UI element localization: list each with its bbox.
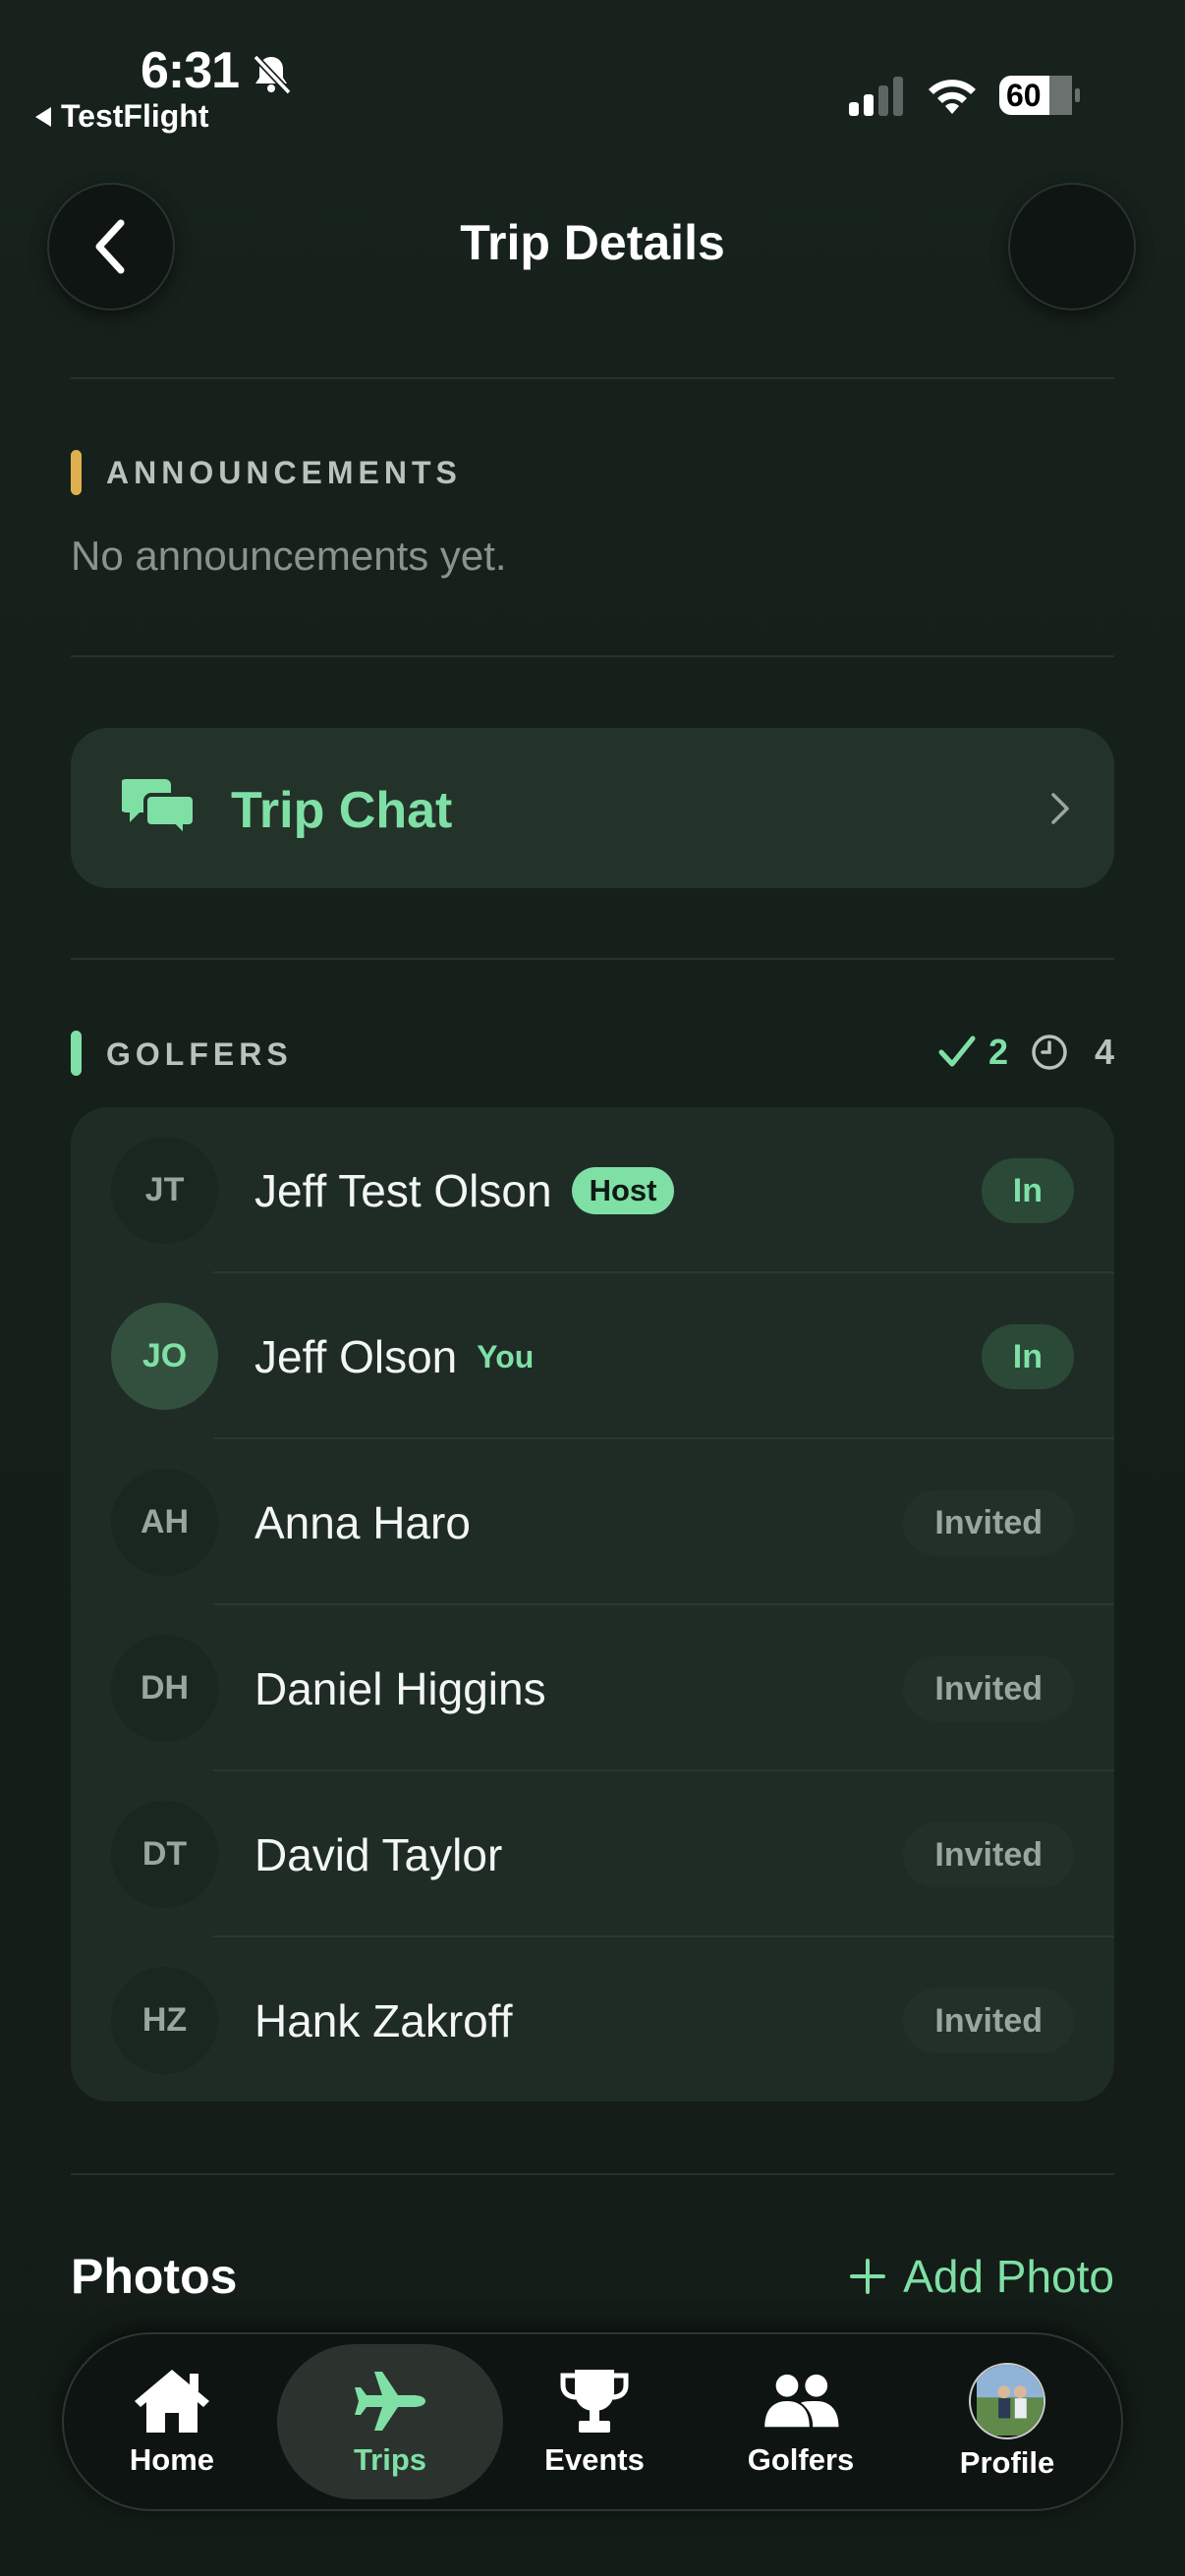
checkmark-icon (938, 1036, 976, 1067)
divider (71, 377, 1114, 379)
trip-chat-label: Trip Chat (231, 782, 453, 839)
tab-bar: Home Trips Events Golfers Profile (62, 2332, 1123, 2511)
golfer-name: Jeff Olson (254, 1331, 458, 1382)
golfer-name: Daniel Higgins (254, 1663, 546, 1714)
status-time: 6:31 (141, 42, 240, 99)
tab-label: Trips (353, 2442, 427, 2477)
people-icon (764, 2374, 839, 2428)
plus-icon (850, 2259, 886, 2294)
header-action-button[interactable] (1008, 183, 1136, 310)
add-photo-button[interactable]: Add Photo (848, 2250, 1114, 2303)
golfer-name: Jeff Test Olson (254, 1165, 552, 1216)
tab-golfers[interactable]: Golfers (703, 2344, 899, 2499)
announcements-empty-text: No announcements yet. (71, 532, 507, 579)
status-badge: Invited (903, 1988, 1074, 2053)
golfer-row[interactable]: HZ Hank Zakroff Invited (71, 1937, 1114, 2103)
bell-slash-icon (253, 54, 292, 95)
you-tag: You (477, 1338, 535, 1374)
photos-title: Photos (71, 2249, 238, 2304)
golfer-name: David Taylor (254, 1829, 503, 1880)
golfer-row[interactable]: JT Jeff Test Olson Host In (71, 1107, 1114, 1273)
golfer-counts: 2 4 (937, 1032, 1114, 1073)
tab-label: Golfers (747, 2442, 855, 2477)
golfer-name-group: Jeff Olson You (254, 1330, 534, 1383)
back-to-app-link[interactable]: TestFlight (35, 98, 209, 135)
golfer-name: Anna Haro (254, 1497, 471, 1548)
cellular-signal-icon (849, 77, 903, 116)
golfer-row[interactable]: DT David Taylor Invited (71, 1771, 1114, 1937)
avatar: DT (111, 1801, 218, 1908)
status-badge: In (981, 1158, 1074, 1223)
house-icon (135, 2370, 209, 2433)
golfer-name-group: Anna Haro (254, 1496, 471, 1549)
golfers-accent-bar (71, 1031, 82, 1076)
golfer-name-group: David Taylor (254, 1828, 502, 1881)
trophy-icon (560, 2370, 629, 2433)
status-badge: In (981, 1324, 1074, 1389)
status-badge: Invited (903, 1656, 1074, 1721)
back-app-label: TestFlight (61, 98, 209, 134)
trip-chat-button[interactable]: Trip Chat (71, 728, 1114, 888)
pending-count: 4 (1094, 1032, 1114, 1072)
tab-trips[interactable]: Trips (277, 2344, 503, 2499)
tab-label: Home (129, 2442, 215, 2477)
avatar: AH (111, 1469, 218, 1576)
golfer-name-group: Daniel Higgins (254, 1662, 546, 1715)
wifi-icon (929, 80, 976, 114)
golfer-name-group: Hank Zakroff (254, 1994, 512, 2047)
avatar: DH (111, 1635, 218, 1742)
tab-label: Events (544, 2442, 645, 2477)
host-badge: Host (571, 1167, 675, 1214)
divider (71, 958, 1114, 960)
golfer-name: Hank Zakroff (254, 1995, 513, 2046)
announcements-accent-bar (71, 450, 82, 495)
status-badge: Invited (903, 1822, 1074, 1887)
divider (71, 2173, 1114, 2175)
golfer-list: JT Jeff Test Olson Host In JO Jeff Olson You In… (71, 1107, 1114, 2101)
chat-bubbles-icon (122, 779, 197, 836)
tab-events[interactable]: Events (496, 2344, 693, 2499)
avatar: JT (111, 1137, 218, 1244)
golfers-label: GOLFERS (106, 1036, 293, 1072)
tab-home[interactable]: Home (84, 2344, 260, 2499)
golfer-row[interactable]: DH Daniel Higgins Invited (71, 1605, 1114, 1771)
confirmed-count: 2 (988, 1032, 1008, 1072)
airplane-icon (355, 2372, 425, 2431)
status-badge: Invited (903, 1490, 1074, 1555)
add-photo-label: Add Photo (903, 2251, 1114, 2302)
avatar: JO (111, 1303, 218, 1410)
battery-level: 60 (1006, 78, 1042, 113)
clock-icon (1032, 1035, 1067, 1070)
profile-avatar (969, 2363, 1045, 2439)
battery-indicator: 60 (998, 75, 1081, 116)
golfer-name-group: Jeff Test Olson Host (254, 1164, 675, 1217)
tab-profile[interactable]: Profile (909, 2344, 1105, 2499)
chevron-right-icon (1051, 793, 1069, 824)
avatar: HZ (111, 1967, 218, 2074)
tab-label: Profile (959, 2445, 1055, 2480)
divider (71, 655, 1114, 657)
golfer-row[interactable]: AH Anna Haro Invited (71, 1439, 1114, 1605)
announcements-label: ANNOUNCEMENTS (106, 455, 462, 490)
golfer-row[interactable]: JO Jeff Olson You In (71, 1273, 1114, 1439)
back-triangle-icon (35, 106, 51, 127)
